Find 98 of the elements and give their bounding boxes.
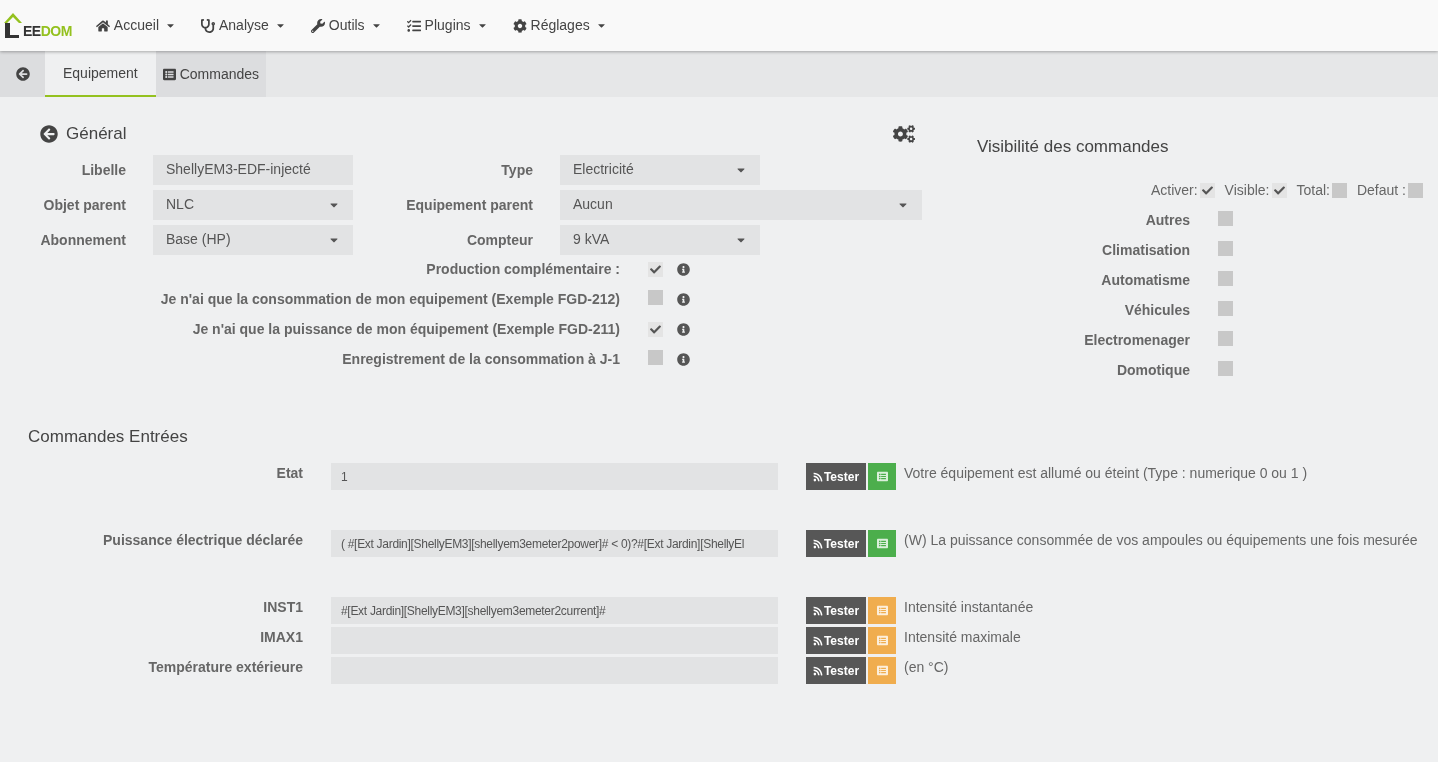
input-field[interactable]: 1 (331, 463, 778, 490)
category-label: Autres (1144, 211, 1190, 230)
checkbox[interactable] (1199, 182, 1215, 198)
command-description: Votre équipement est allumé ou éteint (Type : numerique 0 ou 1 ) (904, 464, 1308, 483)
toggle-label: Visible: (1224, 180, 1270, 200)
category-label: Climatisation (1101, 241, 1190, 260)
input-field[interactable]: ShellyEM3-EDF-injecté (153, 154, 353, 185)
info-icon[interactable] (677, 293, 690, 306)
category-label: Véhicules (1123, 301, 1190, 320)
tab[interactable]: Commandes (155, 51, 267, 97)
input-field[interactable]: #[Ext Jardin][ShellyEM3][shellyem3emeter2current]# (331, 597, 778, 624)
back-icon[interactable] (40, 124, 58, 143)
list-button[interactable] (868, 657, 896, 684)
nav-menu[interactable]: Réglages (502, 0, 617, 51)
home-icon (95, 18, 110, 33)
settings-icon (512, 18, 527, 33)
test-button[interactable]: Tester (806, 597, 866, 624)
list-button[interactable] (868, 530, 896, 557)
field-label: Objet parent (42, 195, 126, 215)
checkbox[interactable] (648, 349, 663, 365)
list-icon (876, 538, 888, 549)
section-title: Commandes Entrées (28, 425, 189, 448)
toggle-label: Defaut : (1356, 180, 1406, 200)
checkbox[interactable] (1218, 240, 1233, 256)
field-label: Compteur (465, 230, 533, 250)
checkbox[interactable] (648, 289, 663, 305)
checkbox[interactable] (1271, 182, 1287, 198)
category-label: Domotique (1115, 361, 1190, 380)
option-label: Je n'ai que la puissance de mon équipement (Exemple FGD-211) (191, 320, 620, 339)
test-button[interactable]: Tester (806, 530, 866, 557)
info-icon[interactable] (677, 263, 690, 276)
field-label: Type (500, 160, 533, 180)
section-title: Visibilité des commandes (977, 136, 1170, 158)
command-label: Puissance électrique déclarée (102, 531, 303, 550)
select-field[interactable]: Aucun (560, 189, 922, 220)
list-icon (876, 605, 888, 616)
feed-icon (812, 471, 823, 482)
checklist-icon (406, 18, 421, 33)
checkbox[interactable] (1218, 300, 1233, 316)
info-icon[interactable] (677, 323, 690, 336)
select-field[interactable]: 9 kVA (560, 224, 760, 255)
toggle-label: Activer: (1150, 180, 1198, 200)
test-button[interactable]: Tester (806, 627, 866, 654)
select-field[interactable]: Electricité (560, 154, 760, 185)
checkbox[interactable] (648, 321, 663, 337)
wrench-icon (310, 18, 325, 33)
option-label: Production complémentaire : (425, 260, 620, 279)
nav-menu[interactable]: Analyse (191, 0, 296, 51)
checkbox[interactable] (1331, 182, 1347, 198)
list-icon (876, 665, 888, 676)
field-label: Equipement parent (405, 195, 533, 215)
list-button[interactable] (868, 627, 896, 654)
checkbox[interactable] (1218, 360, 1233, 376)
checkbox[interactable] (1218, 210, 1233, 226)
feed-icon (812, 538, 823, 549)
feed-icon (812, 665, 823, 676)
back-icon (15, 67, 30, 81)
checkbox[interactable] (1218, 270, 1233, 286)
command-description: (W) La puissance consommée de vos ampoules ou équipements une fois mesurée (904, 531, 1418, 550)
command-label: Etat (275, 464, 303, 483)
field-label: Libelle (80, 160, 126, 180)
command-label: INST1 (262, 598, 303, 617)
list-icon (162, 67, 176, 81)
command-description: Intensité instantanée (904, 598, 1034, 617)
input-field[interactable]: ( #[Ext Jardin][ShellyEM3][shellyem3emeter2power]# < 0)?#[Ext Jardin][ShellyEl (331, 530, 778, 557)
checkbox[interactable] (648, 261, 663, 277)
command-description: (en °C) (904, 658, 949, 677)
command-label: Température extérieure (147, 658, 303, 677)
command-description: Intensité maximale (904, 628, 1021, 647)
category-label: Electromenager (1083, 331, 1190, 350)
nav-menu[interactable]: Outils (300, 0, 392, 51)
back-button[interactable] (0, 51, 45, 97)
test-button[interactable]: Tester (806, 657, 866, 684)
logo[interactable]: EEDOM (3, 8, 72, 39)
tab[interactable]: Equipement (45, 51, 156, 97)
option-label: Enregistrement de la consommation à J-1 (341, 350, 620, 369)
select-field[interactable]: Base (HP) (153, 224, 353, 255)
info-icon[interactable] (677, 353, 690, 366)
list-icon (876, 471, 888, 482)
section-title: Général (66, 123, 127, 145)
toggle-label: Total: (1296, 180, 1330, 200)
list-button[interactable] (868, 597, 896, 624)
stethoscope-icon (201, 18, 215, 33)
nav-menu[interactable]: Accueil (85, 0, 186, 51)
option-label: Je n'ai que la consommation de mon equipement (Exemple FGD-212) (159, 290, 620, 309)
feed-icon (812, 635, 823, 646)
field-label: Abonnement (39, 230, 126, 250)
checkbox[interactable] (1408, 182, 1423, 198)
checkbox[interactable] (1218, 330, 1233, 346)
gears-icon[interactable] (893, 122, 915, 145)
select-field[interactable]: NLC (153, 189, 353, 220)
list-icon (876, 635, 888, 646)
feed-icon (812, 605, 823, 616)
command-label: IMAX1 (259, 628, 303, 647)
category-label: Automatisme (1100, 271, 1190, 290)
test-button[interactable]: Tester (806, 463, 866, 490)
list-button[interactable] (868, 463, 896, 490)
nav-menu[interactable]: Plugins (396, 0, 498, 51)
